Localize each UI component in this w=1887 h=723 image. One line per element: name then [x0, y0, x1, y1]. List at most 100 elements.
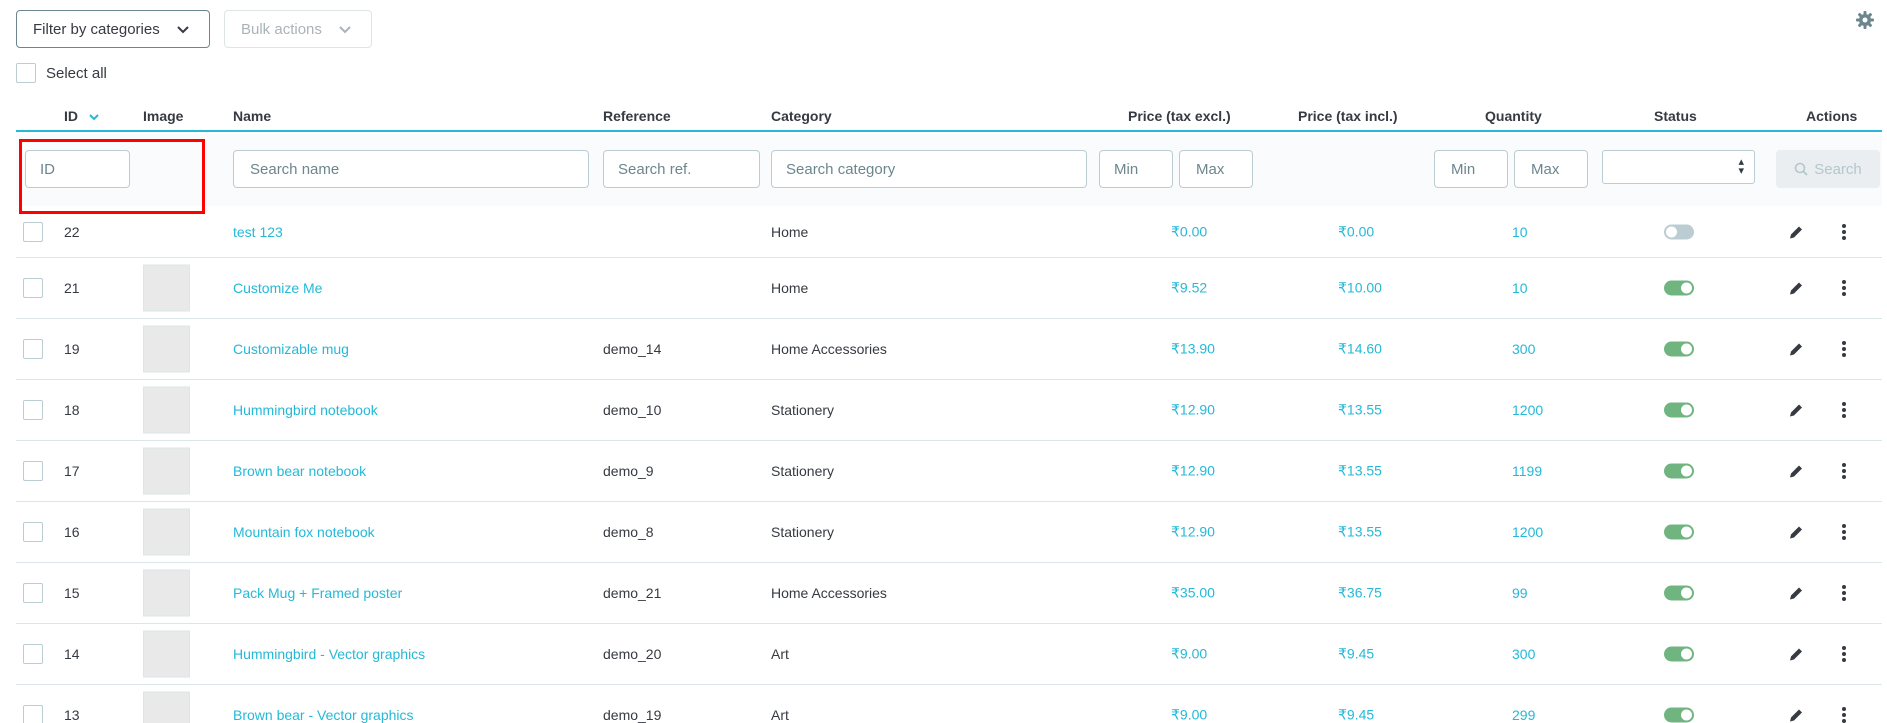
price-incl[interactable]: ₹9.45 [1338, 646, 1374, 663]
edit-pencil-icon[interactable] [1788, 402, 1805, 419]
price-min-input[interactable]: Min [1099, 150, 1173, 188]
quantity[interactable]: 1200 [1512, 524, 1543, 540]
quantity[interactable]: 1199 [1512, 463, 1542, 479]
price-excl[interactable]: ₹9.52 [1171, 280, 1207, 297]
price-incl[interactable]: ₹10.00 [1338, 280, 1382, 297]
price-excl[interactable]: ₹9.00 [1171, 707, 1207, 723]
table-row[interactable]: 14 Hummingbird - Vector graphics demo_20 Ar… [16, 624, 1882, 685]
gear-icon[interactable] [1855, 10, 1875, 30]
price-incl[interactable]: ₹36.75 [1338, 585, 1382, 602]
more-vertical-icon[interactable] [1841, 223, 1847, 241]
quantity[interactable]: 300 [1512, 341, 1535, 357]
column-header-name[interactable]: Name [233, 108, 271, 124]
quantity-max-input[interactable]: Max [1514, 150, 1588, 188]
product-name-link[interactable]: Brown bear notebook [233, 463, 366, 479]
table-row[interactable]: 15 Pack Mug + Framed poster demo_21 Home Ac… [16, 563, 1882, 624]
quantity[interactable]: 10 [1512, 280, 1528, 296]
table-row[interactable]: 22 test 123 Home ₹0.00 ₹0.00 10 [16, 206, 1882, 258]
category-search-input[interactable]: Search category [771, 150, 1087, 188]
status-toggle[interactable] [1664, 224, 1694, 239]
product-name-link[interactable]: Customize Me [233, 280, 322, 296]
edit-pencil-icon[interactable] [1788, 341, 1805, 358]
edit-pencil-icon[interactable] [1788, 280, 1805, 297]
sort-chevron-down-icon[interactable] [88, 112, 100, 122]
quantity[interactable]: 1200 [1512, 402, 1543, 418]
edit-pencil-icon[interactable] [1788, 524, 1805, 541]
price-excl[interactable]: ₹12.90 [1171, 463, 1215, 480]
product-name-link[interactable]: Hummingbird notebook [233, 402, 378, 418]
price-excl[interactable]: ₹13.90 [1171, 341, 1215, 358]
status-toggle[interactable] [1664, 341, 1694, 357]
status-toggle[interactable] [1664, 524, 1694, 540]
row-checkbox[interactable] [23, 583, 43, 603]
more-vertical-icon[interactable] [1841, 584, 1847, 602]
column-header-reference[interactable]: Reference [603, 108, 671, 124]
edit-pencil-icon[interactable] [1788, 463, 1805, 480]
price-excl[interactable]: ₹0.00 [1171, 223, 1207, 240]
more-vertical-icon[interactable] [1841, 401, 1847, 419]
status-toggle[interactable] [1664, 280, 1694, 296]
status-toggle[interactable] [1664, 402, 1694, 418]
price-excl[interactable]: ₹9.00 [1171, 646, 1207, 663]
table-row[interactable]: 13 Brown bear - Vector graphics demo_19 Art… [16, 685, 1882, 723]
row-checkbox[interactable] [23, 278, 43, 298]
status-filter-select[interactable]: ▴ ▾ [1602, 150, 1755, 184]
more-vertical-icon[interactable] [1841, 462, 1847, 480]
table-row[interactable]: 21 Customize Me Home ₹9.52 ₹10.00 10 [16, 258, 1882, 319]
table-row[interactable]: 17 Brown bear notebook demo_9 Stationery ₹12… [16, 441, 1882, 502]
row-checkbox[interactable] [23, 461, 43, 481]
column-header-price-incl[interactable]: Price (tax incl.) [1298, 108, 1398, 124]
more-vertical-icon[interactable] [1841, 645, 1847, 663]
id-filter-input[interactable]: ID [25, 150, 130, 188]
row-checkbox[interactable] [23, 339, 43, 359]
product-name-link[interactable]: Brown bear - Vector graphics [233, 707, 414, 723]
quantity[interactable]: 300 [1512, 646, 1535, 662]
table-row[interactable]: 18 Hummingbird notebook demo_10 Stationery ₹… [16, 380, 1882, 441]
more-vertical-icon[interactable] [1841, 523, 1847, 541]
product-name-link[interactable]: Pack Mug + Framed poster [233, 585, 402, 601]
product-name-link[interactable]: Customizable mug [233, 341, 349, 357]
select-all-checkbox[interactable] [16, 63, 36, 83]
search-button[interactable]: Search [1776, 150, 1880, 188]
table-row[interactable]: 16 Mountain fox notebook demo_8 Stationery ₹… [16, 502, 1882, 563]
edit-pencil-icon[interactable] [1788, 646, 1805, 663]
quantity[interactable]: 10 [1512, 224, 1528, 240]
price-excl[interactable]: ₹12.90 [1171, 524, 1215, 541]
price-incl[interactable]: ₹13.55 [1338, 402, 1382, 419]
product-name-link[interactable]: test 123 [233, 224, 283, 240]
row-checkbox[interactable] [23, 400, 43, 420]
status-toggle[interactable] [1664, 463, 1694, 479]
quantity-min-input[interactable]: Min [1434, 150, 1508, 188]
status-toggle[interactable] [1664, 646, 1694, 662]
row-checkbox[interactable] [23, 705, 43, 723]
price-incl[interactable]: ₹9.45 [1338, 707, 1374, 723]
status-toggle[interactable] [1664, 707, 1694, 723]
product-name-link[interactable]: Mountain fox notebook [233, 524, 375, 540]
price-incl[interactable]: ₹0.00 [1338, 223, 1374, 240]
column-header-quantity[interactable]: Quantity [1485, 108, 1542, 124]
product-name-link[interactable]: Hummingbird - Vector graphics [233, 646, 425, 662]
edit-pencil-icon[interactable] [1788, 223, 1805, 240]
row-checkbox[interactable] [23, 644, 43, 664]
bulk-actions-button[interactable]: Bulk actions [224, 10, 372, 48]
status-toggle[interactable] [1664, 585, 1694, 601]
column-header-price-excl[interactable]: Price (tax excl.) [1128, 108, 1231, 124]
price-excl[interactable]: ₹12.90 [1171, 402, 1215, 419]
quantity[interactable]: 299 [1512, 707, 1535, 723]
quantity[interactable]: 99 [1512, 585, 1528, 601]
more-vertical-icon[interactable] [1841, 706, 1847, 723]
more-vertical-icon[interactable] [1841, 340, 1847, 358]
price-incl[interactable]: ₹13.55 [1338, 524, 1382, 541]
more-vertical-icon[interactable] [1841, 279, 1847, 297]
price-incl[interactable]: ₹13.55 [1338, 463, 1382, 480]
name-search-input[interactable]: Search name [233, 150, 589, 188]
price-incl[interactable]: ₹14.60 [1338, 341, 1382, 358]
column-header-status[interactable]: Status [1654, 108, 1697, 124]
edit-pencil-icon[interactable] [1788, 707, 1805, 723]
price-max-input[interactable]: Max [1179, 150, 1253, 188]
filter-by-categories-button[interactable]: Filter by categories [16, 10, 210, 48]
reference-search-input[interactable]: Search ref. [603, 150, 760, 188]
column-header-id[interactable]: ID [64, 108, 100, 124]
price-excl[interactable]: ₹35.00 [1171, 585, 1215, 602]
edit-pencil-icon[interactable] [1788, 585, 1805, 602]
